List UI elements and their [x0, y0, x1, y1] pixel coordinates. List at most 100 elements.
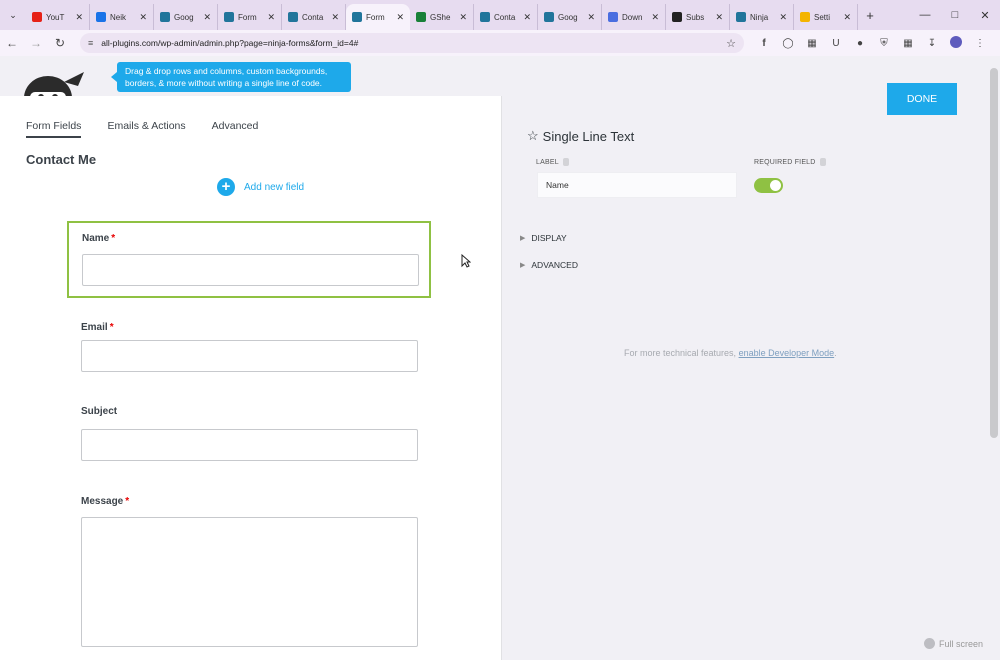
email-input[interactable]	[81, 340, 418, 372]
extension-wordpress-icon[interactable]: ◯	[776, 38, 800, 49]
tab-close-icon[interactable]: ✕	[396, 12, 404, 23]
extensions-puzzle-icon[interactable]: ▦	[896, 38, 920, 49]
required-heading-text: REQUIRED FIELD	[754, 158, 816, 166]
tab-emails-actions[interactable]: Emails & Actions	[107, 120, 185, 138]
advanced-section-label: ADVANCED	[531, 260, 578, 270]
browser-tab[interactable]: Conta ✕	[282, 4, 346, 30]
field-subject-label: Subject	[81, 406, 118, 417]
browser-tab[interactable]: Form ✕	[218, 4, 282, 30]
forward-arrow-icon[interactable]: →	[24, 36, 48, 50]
extension-f-icon[interactable]: f	[752, 38, 776, 49]
maximize-icon[interactable]: □	[940, 9, 970, 21]
tab-close-icon[interactable]: ✕	[459, 12, 467, 23]
browser-tab[interactable]: Setti ✕	[794, 4, 858, 30]
field-message[interactable]: Message *	[81, 496, 418, 651]
site-info-icon[interactable]: ≡	[88, 38, 93, 48]
tab-search-chevron-icon[interactable]: ⌄	[0, 0, 26, 30]
browser-tab[interactable]: Goog ✕	[538, 4, 602, 30]
help-icon[interactable]	[819, 158, 826, 166]
label-input[interactable]	[537, 172, 737, 198]
ninja-forms-builder: Drag & drop rows and columns, custom bac…	[0, 56, 1000, 660]
browser-tab-title: Form	[238, 12, 257, 22]
back-arrow-icon[interactable]: ←	[0, 36, 24, 50]
tab-advanced[interactable]: Advanced	[212, 120, 259, 138]
browser-tab-title: Form	[366, 12, 385, 22]
extension-u-icon[interactable]: U	[824, 38, 848, 49]
browser-menu-icon[interactable]: ⋮	[968, 38, 992, 49]
field-name[interactable]: Name *	[82, 233, 419, 288]
advanced-section-toggle[interactable]: ▶ ADVANCED	[520, 260, 578, 270]
required-field-toggle[interactable]	[754, 178, 783, 193]
browser-tab[interactable]: YouT ✕	[26, 4, 90, 30]
tab-close-icon[interactable]: ✕	[843, 12, 851, 23]
minimize-icon[interactable]: —	[910, 9, 940, 21]
tab-close-icon[interactable]: ✕	[523, 12, 531, 23]
tab-close-icon[interactable]: ✕	[715, 12, 723, 23]
name-input[interactable]	[82, 254, 419, 286]
browser-tab[interactable]: Goog ✕	[154, 4, 218, 30]
tab-close-icon[interactable]: ✕	[331, 12, 339, 23]
url-omnibox[interactable]: ≡ all-plugins.com/wp-admin/admin.php?pag…	[80, 33, 744, 53]
download-icon[interactable]: ↧	[920, 38, 944, 49]
subject-input[interactable]	[81, 429, 418, 461]
form-title: Contact Me	[26, 152, 97, 167]
github-icon	[672, 12, 682, 22]
tab-close-icon[interactable]: ✕	[651, 12, 659, 23]
extension-translate-icon[interactable]: ▦	[800, 38, 824, 49]
wordpress-icon	[160, 12, 170, 22]
toggle-knob	[770, 180, 781, 191]
browser-tab[interactable]: GShe ✕	[410, 4, 474, 30]
browser-tab[interactable]: Subs ✕	[666, 4, 730, 30]
enable-developer-mode-link[interactable]: enable Developer Mode	[739, 348, 835, 358]
message-textarea[interactable]	[81, 517, 418, 647]
browser-tab-title: GShe	[430, 12, 451, 22]
youtube-icon	[32, 12, 42, 22]
close-window-icon[interactable]: ✕	[970, 9, 1000, 22]
profile-avatar[interactable]	[944, 35, 968, 51]
field-subject[interactable]: Subject	[81, 406, 418, 466]
tab-close-icon[interactable]: ✕	[203, 12, 211, 23]
builder-tabs: Form Fields Emails & Actions Advanced	[26, 120, 284, 138]
wordpress-icon	[224, 12, 234, 22]
tab-close-icon[interactable]: ✕	[75, 12, 83, 23]
tab-close-icon[interactable]: ✕	[587, 12, 595, 23]
browser-tab-strip: ⌄ YouT ✕ Neik ✕ Goog ✕ Form ✕ Conta ✕ Form ✕ GShe ✕ Co…	[0, 0, 1000, 30]
tab-close-icon[interactable]: ✕	[267, 12, 275, 23]
tab-form-fields[interactable]: Form Fields	[26, 120, 82, 138]
address-bar-row: ← → ↻ ≡ all-plugins.com/wp-admin/admin.p…	[0, 30, 1000, 56]
full-screen-button[interactable]: Full screen	[924, 638, 983, 649]
browser-tab[interactable]: Form ✕	[346, 4, 410, 30]
bookmark-star-icon[interactable]: ☆	[726, 37, 736, 50]
tab-close-icon[interactable]: ✕	[779, 12, 787, 23]
field-email[interactable]: Email *	[81, 322, 418, 377]
download-icon	[608, 12, 618, 22]
new-tab-button[interactable]: +	[858, 8, 882, 23]
add-new-field-button[interactable]: + Add new field	[217, 178, 304, 196]
browser-tab[interactable]: Conta ✕	[474, 4, 538, 30]
required-asterisk: *	[125, 496, 130, 507]
reload-icon[interactable]: ↻	[48, 36, 72, 50]
browser-tab-title: Goog	[174, 12, 194, 22]
extension-shield-icon[interactable]: ⛨	[872, 38, 896, 49]
field-message-label: Message	[81, 496, 124, 507]
browser-tab[interactable]: Ninja ✕	[730, 4, 794, 30]
tab-close-icon[interactable]: ✕	[139, 12, 147, 23]
help-icon[interactable]	[562, 158, 569, 166]
url-text: all-plugins.com/wp-admin/admin.php?page=…	[101, 38, 359, 48]
required-asterisk: *	[109, 322, 114, 333]
star-outline-icon[interactable]: ☆	[527, 128, 539, 144]
browser-tab-title: Setti	[814, 12, 831, 22]
browser-tab[interactable]: Neik ✕	[90, 4, 154, 30]
field-name-label: Name	[82, 233, 110, 244]
browser-tab[interactable]: Down ✕	[602, 4, 666, 30]
page-scrollbar[interactable]	[990, 68, 998, 438]
extension-circle-icon[interactable]: ●	[848, 38, 872, 49]
wordpress-icon	[288, 12, 298, 22]
done-button[interactable]: DONE	[887, 83, 957, 115]
full-screen-label: Full screen	[939, 638, 984, 649]
dev-note-period: .	[834, 348, 837, 358]
browser-tab-title: Conta	[494, 12, 516, 22]
builder-promo-tooltip: Drag & drop rows and columns, custom bac…	[111, 62, 351, 92]
field-email-label: Email	[81, 322, 108, 333]
display-section-toggle[interactable]: ▶ DISPLAY	[520, 233, 567, 243]
